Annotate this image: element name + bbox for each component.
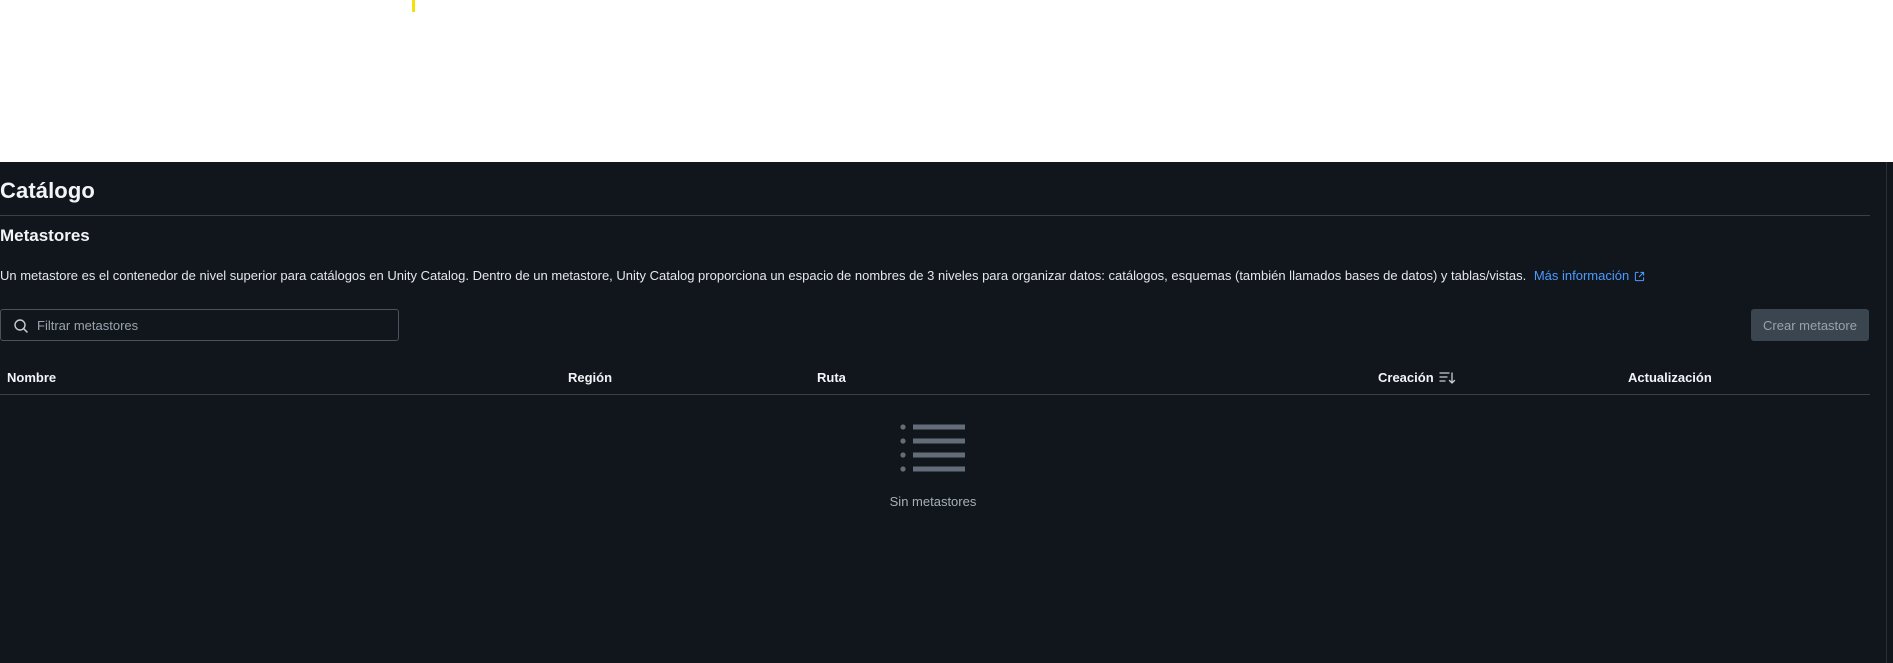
column-header-region[interactable]: Región: [568, 370, 612, 385]
learn-more-link[interactable]: Más información: [1534, 268, 1645, 283]
search-icon: [14, 319, 28, 333]
page-title: Catálogo: [0, 178, 95, 203]
column-label: Actualización: [1628, 370, 1712, 385]
column-label: Nombre: [7, 370, 57, 385]
create-metastore-button[interactable]: Crear metastore: [1751, 309, 1869, 341]
column-header-path[interactable]: Ruta: [817, 370, 846, 385]
section-title: Metastores: [0, 226, 90, 245]
learn-more-label: Más información: [1533, 268, 1630, 283]
external-link-icon: [1635, 271, 1645, 282]
column-header-created[interactable]: Creación: [1378, 370, 1456, 385]
metastore-search[interactable]: [0, 309, 399, 341]
sort-descending-icon[interactable]: [1438, 371, 1456, 385]
column-header-name[interactable]: Nombre: [7, 370, 56, 385]
section-description: Un metastore es el contenedor de nivel s…: [0, 268, 1860, 283]
list-icon: [900, 424, 965, 472]
description-text: Un metastore es el contenedor de nivel s…: [0, 268, 1527, 283]
table-header: Nombre Región Ruta Creación Actualizació…: [0, 367, 1870, 395]
search-input[interactable]: [37, 310, 392, 340]
column-label: Ruta: [817, 370, 846, 385]
column-label: Creación: [1378, 370, 1434, 385]
empty-state-message: Sin metastores: [889, 494, 977, 509]
column-header-updated[interactable]: Actualización: [1628, 370, 1712, 385]
text-cursor-marker: [412, 0, 415, 12]
title-divider: [0, 215, 1870, 216]
catalog-panel: Catálogo Metastores Un metastore es el c…: [0, 162, 1893, 663]
top-blank-area: [0, 0, 1893, 162]
panel-right-divider: [1886, 162, 1887, 663]
column-label: Región: [568, 370, 613, 385]
empty-state: Sin metastores: [868, 424, 998, 509]
